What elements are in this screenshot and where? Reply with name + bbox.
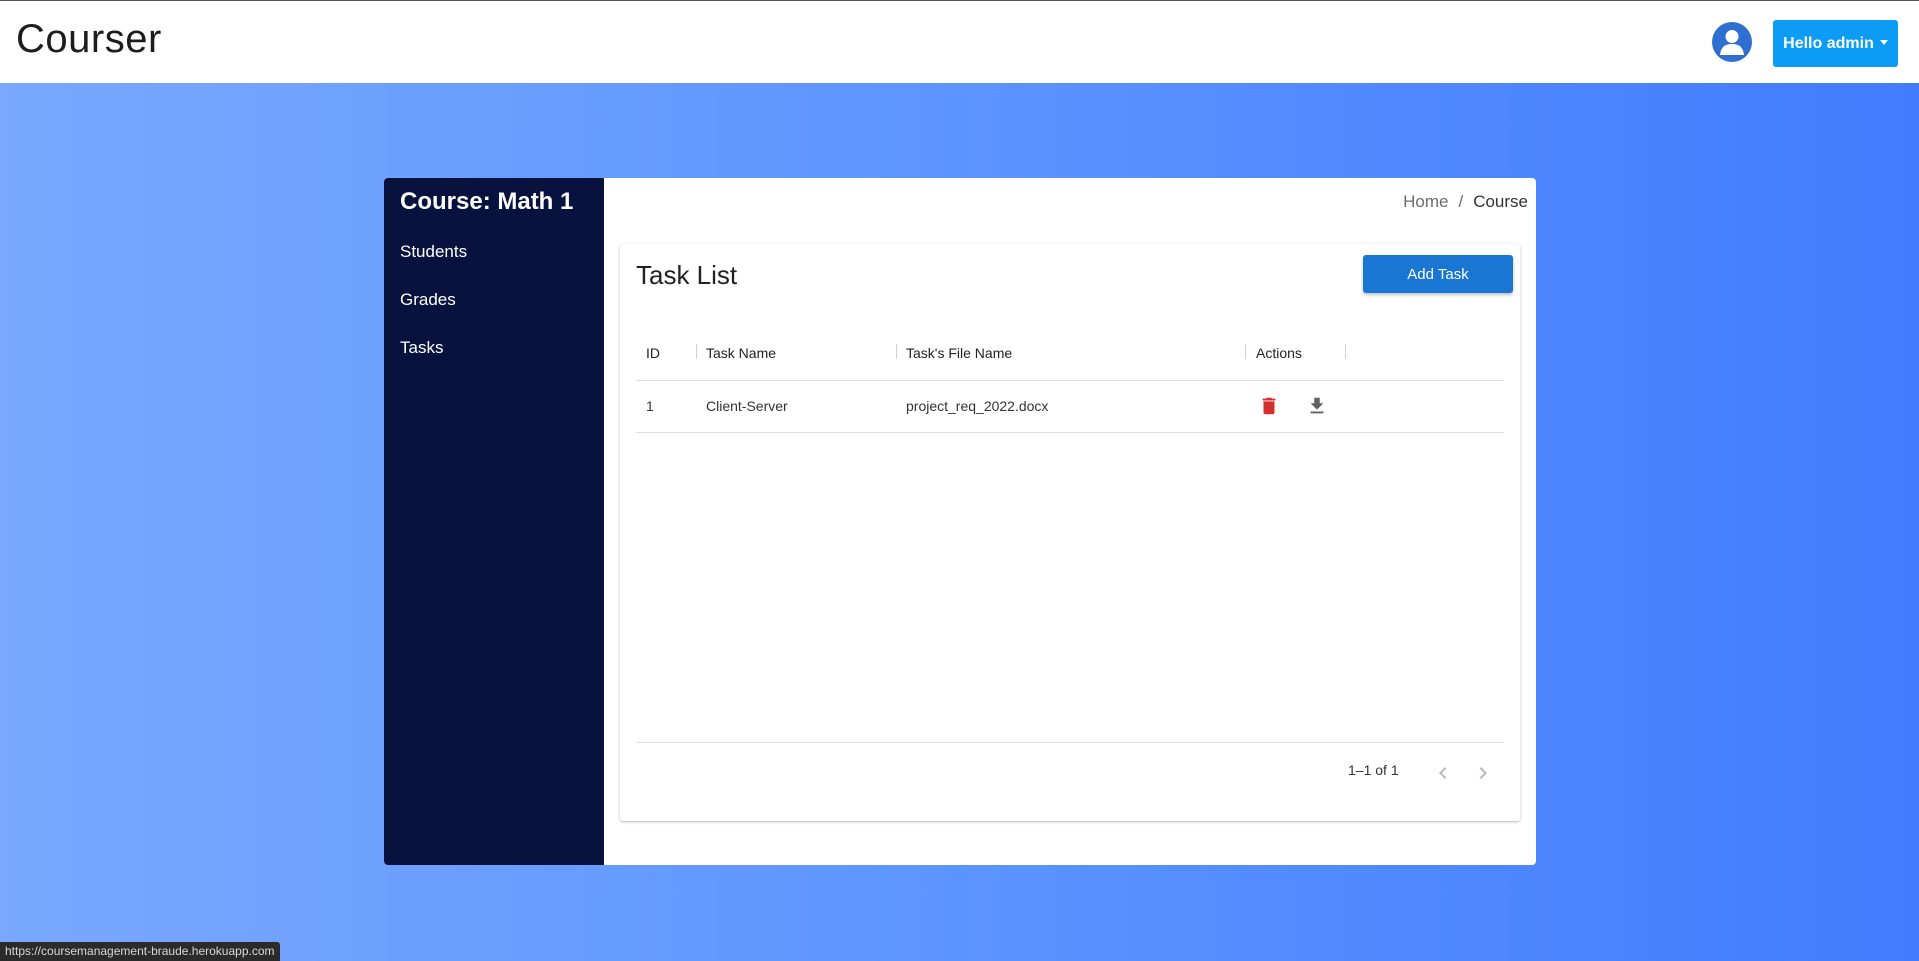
pagination-info: 1–1 of 1 <box>1348 762 1399 778</box>
column-header-id[interactable]: ID <box>646 345 660 361</box>
column-separator[interactable] <box>1245 344 1246 359</box>
column-header-task-name[interactable]: Task Name <box>706 345 776 361</box>
caret-down-icon <box>1879 40 1888 45</box>
column-header-actions[interactable]: Actions <box>1256 345 1302 361</box>
breadcrumb-home[interactable]: Home <box>1403 192 1448 211</box>
cell-file-name: project_req_2022.docx <box>906 398 1049 414</box>
add-task-button[interactable]: Add Task <box>1363 255 1513 293</box>
cell-id: 1 <box>646 398 654 414</box>
task-list-panel: Task List Add Task ID Task Name Task's F… <box>620 244 1520 821</box>
cell-task-name: Client-Server <box>706 398 788 414</box>
brand-logo[interactable]: Courser <box>16 17 162 62</box>
course-title: Course: Math 1 <box>400 188 574 215</box>
table-header: ID Task Name Task's File Name Actions <box>636 324 1504 381</box>
chevron-right-icon[interactable] <box>1471 761 1495 785</box>
table-footer-divider <box>636 742 1504 743</box>
download-icon[interactable] <box>1306 395 1328 417</box>
sidebar-item-students[interactable]: Students <box>400 242 467 262</box>
chevron-left-icon[interactable] <box>1431 761 1455 785</box>
breadcrumb-separator: / <box>1458 192 1464 211</box>
breadcrumb: Home / Course <box>1403 192 1528 212</box>
table-row[interactable]: 1 Client-Server project_req_2022.docx <box>636 381 1504 433</box>
user-menu-button[interactable]: Hello admin <box>1773 20 1898 67</box>
column-header-file-name[interactable]: Task's File Name <box>906 345 1012 361</box>
user-avatar-icon[interactable] <box>1712 22 1752 62</box>
column-separator[interactable] <box>1345 344 1346 359</box>
course-card: Course: Math 1 Students Grades Tasks Hom… <box>384 178 1536 865</box>
breadcrumb-current: Course <box>1473 192 1528 211</box>
column-separator[interactable] <box>896 344 897 359</box>
top-navbar: Courser Hello admin <box>0 1 1919 83</box>
sidebar-item-grades[interactable]: Grades <box>400 290 456 310</box>
task-table: ID Task Name Task's File Name Actions 1 … <box>636 324 1504 804</box>
trash-icon[interactable] <box>1258 395 1280 417</box>
user-menu-label: Hello admin <box>1783 34 1874 52</box>
sidebar-item-tasks[interactable]: Tasks <box>400 338 443 358</box>
status-bar-url: https://coursemanagement-braude.herokuap… <box>0 942 280 961</box>
panel-title: Task List <box>636 260 738 290</box>
course-sidebar: Course: Math 1 Students Grades Tasks <box>384 178 604 865</box>
column-separator[interactable] <box>696 344 697 359</box>
